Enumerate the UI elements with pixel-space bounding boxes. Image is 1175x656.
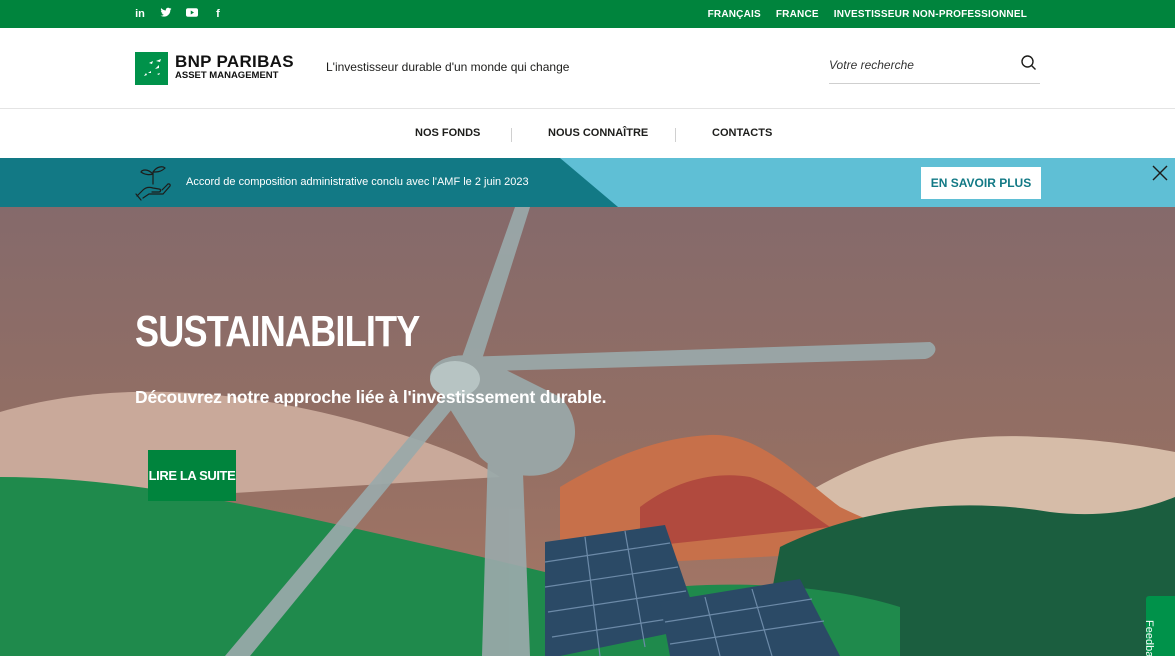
nav-divider <box>511 128 512 142</box>
search-box <box>829 48 1040 84</box>
lire-la-suite-button[interactable]: LIRE LA SUITE <box>148 450 236 501</box>
nav-divider <box>675 128 676 142</box>
top-links: FRANÇAIS FRANCE INVESTISSEUR NON-PROFESS… <box>708 0 1027 28</box>
plant-in-hand-icon <box>135 166 171 201</box>
banner-message: Accord de composition administrative con… <box>186 176 529 188</box>
bnp-logo[interactable] <box>135 52 168 85</box>
announcement-banner: Accord de composition administrative con… <box>0 158 1175 207</box>
nav-item-nos-fonds[interactable]: NOS FONDS <box>415 127 480 139</box>
twitter-icon[interactable] <box>160 7 172 21</box>
tagline: L'investisseur durable d'un monde qui ch… <box>326 60 570 74</box>
country-link[interactable]: FRANCE <box>776 9 819 20</box>
nav-item-nous-connaitre[interactable]: NOUS CONNAÎTRE <box>548 127 648 139</box>
language-link[interactable]: FRANÇAIS <box>708 9 761 20</box>
close-icon[interactable] <box>1151 164 1169 182</box>
facebook-icon[interactable]: f <box>212 8 224 20</box>
investor-type-link[interactable]: INVESTISSEUR NON-PROFESSIONNEL <box>834 9 1027 20</box>
brand-line-1: BNP PARIBAS <box>175 52 294 71</box>
site-header: BNP PARIBAS ASSET MANAGEMENT L'investiss… <box>0 28 1175 109</box>
youtube-icon[interactable] <box>186 8 198 20</box>
linkedin-icon[interactable]: in <box>134 8 146 20</box>
feedback-tab[interactable]: Feedback <box>1143 596 1175 656</box>
search-icon[interactable] <box>1020 54 1038 72</box>
en-savoir-plus-button[interactable]: EN SAVOIR PLUS <box>921 167 1041 199</box>
hero-illustration <box>0 207 1175 656</box>
hero-section: SUSTAINABILITY Découvrez notre approche … <box>0 207 1175 656</box>
top-bar: in f FRANÇAIS FRANCE INVESTISSEUR NON-PR… <box>0 0 1175 28</box>
search-input[interactable] <box>829 48 1009 82</box>
nav-item-contacts[interactable]: CONTACTS <box>712 127 772 139</box>
brand-name[interactable]: BNP PARIBAS ASSET MANAGEMENT <box>175 53 294 81</box>
feedback-label: Feedback <box>1143 620 1155 656</box>
social-links: in f <box>134 0 224 28</box>
brand-line-2: ASSET MANAGEMENT <box>175 70 279 81</box>
hero-title: SUSTAINABILITY <box>135 307 420 356</box>
hero-subtitle: Découvrez notre approche liée à l'invest… <box>135 387 607 407</box>
main-nav: NOS FONDS NOUS CONNAÎTRE CONTACTS <box>0 109 1175 158</box>
